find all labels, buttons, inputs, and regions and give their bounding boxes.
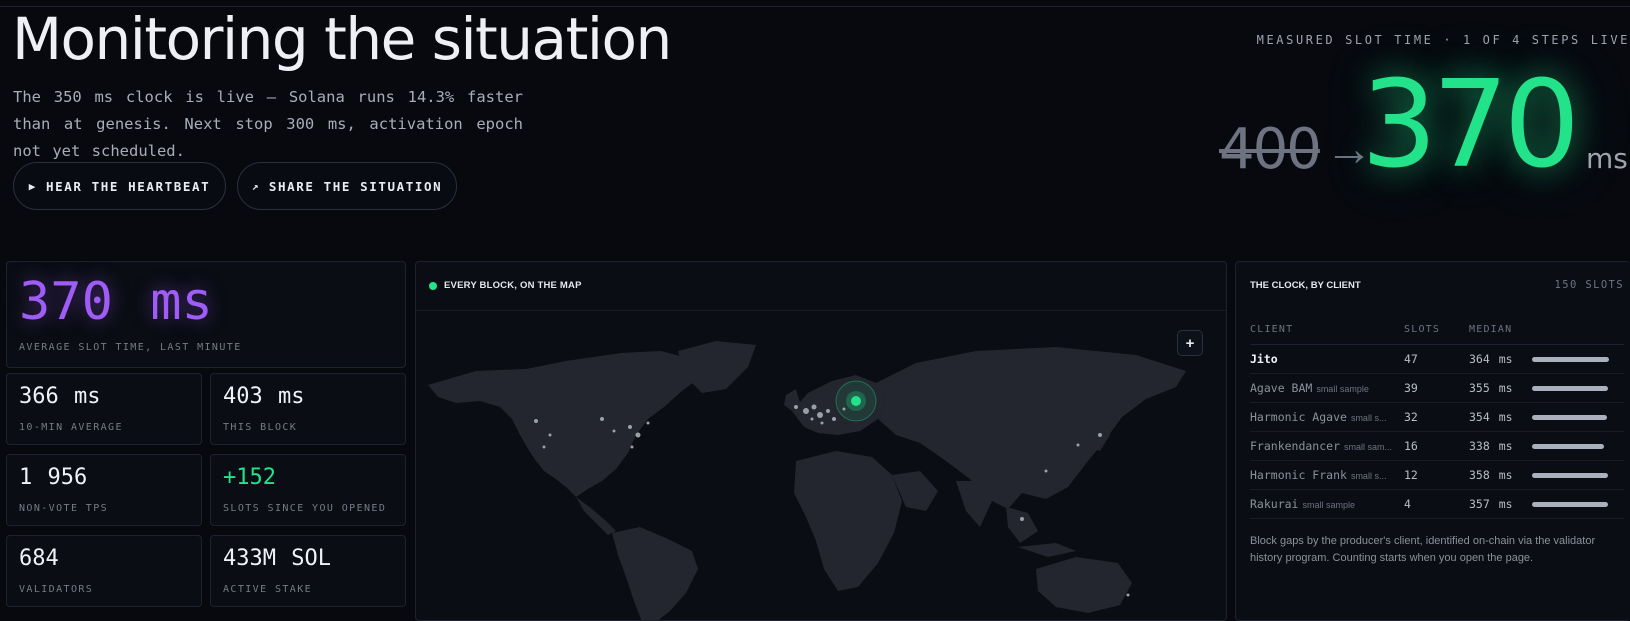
stat-label: ACTIVE STAKE xyxy=(223,584,313,595)
client-table-header: CLIENT SLOTS MEDIAN xyxy=(1250,324,1624,345)
stat-value: 370 ms xyxy=(19,272,213,332)
slots-since-opened-card: +152 SLOTS SINCE YOU OPENED xyxy=(210,454,406,526)
southeast-asia xyxy=(1006,507,1038,543)
previous-slot-time: 400 xyxy=(1219,117,1322,182)
slot-time-unit: ms xyxy=(1586,142,1628,175)
stat-value: 684 xyxy=(19,546,59,571)
stat-label: THIS BLOCK xyxy=(223,422,298,433)
non-vote-tps-card: 1 956 NON-VOTE TPS xyxy=(6,454,202,526)
this-block-card: 403 ms THIS BLOCK xyxy=(210,373,406,445)
sample-note: small sam... xyxy=(1344,442,1393,452)
share-situation-button[interactable]: ↗ SHARE THE SITUATION xyxy=(237,162,457,210)
client-name: Frankendancer small sam... xyxy=(1250,439,1395,453)
stat-value: 366 ms xyxy=(19,384,101,409)
block-map-panel: EVERY BLOCK, ON THE MAP + xyxy=(415,261,1227,621)
client-name-text: Agave BAM xyxy=(1250,381,1313,395)
arrow-up-right-icon: ↗ xyxy=(251,179,260,193)
client-slots: 39 xyxy=(1404,381,1418,395)
client-median: 338 ms xyxy=(1469,439,1513,453)
col-median: MEDIAN xyxy=(1469,324,1513,335)
median-bar xyxy=(1532,386,1608,391)
client-median: 357 ms xyxy=(1469,497,1513,511)
table-row: Rakurai small sample 4 357 ms xyxy=(1250,489,1624,519)
stat-label: SLOTS SINCE YOU OPENED xyxy=(223,503,387,514)
live-dot-icon xyxy=(429,282,437,290)
client-name-text: Jito xyxy=(1250,352,1278,366)
sample-note: small sample xyxy=(1302,500,1355,510)
client-name-text: Harmonic Agave xyxy=(1250,410,1347,424)
table-row: Agave BAM small sample 39 355 ms xyxy=(1250,373,1624,403)
client-slots: 47 xyxy=(1404,352,1418,366)
validators-card: 684 VALIDATORS xyxy=(6,535,202,607)
median-bar xyxy=(1532,415,1607,420)
current-slot-time: 370 xyxy=(1361,56,1580,195)
stat-value: 403 ms xyxy=(223,384,305,409)
active-stake-card: 433M SOL ACTIVE STAKE xyxy=(210,535,406,607)
client-slots: 16 xyxy=(1404,439,1418,453)
indonesia xyxy=(1018,543,1076,557)
client-panel-title: THE CLOCK, BY CLIENT xyxy=(1250,280,1361,291)
client-name-text: Rakurai xyxy=(1250,497,1299,511)
client-median: 355 ms xyxy=(1469,381,1513,395)
stat-label: VALIDATORS xyxy=(19,584,94,595)
south-america xyxy=(612,527,698,620)
median-bar xyxy=(1532,473,1608,478)
stat-label: AVERAGE SLOT TIME, LAST MINUTE xyxy=(19,342,242,353)
stat-value: 433M SOL xyxy=(223,546,331,571)
client-median: 364 ms xyxy=(1469,352,1513,366)
client-name: Rakurai small sample xyxy=(1250,497,1395,511)
measured-slot-label: MEASURED SLOT TIME · 1 OF 4 STEPS LIVE xyxy=(1256,33,1630,47)
median-bar xyxy=(1532,444,1604,449)
table-row: Jito 47 364 ms xyxy=(1250,344,1624,374)
stat-label: 10-MIN AVERAGE xyxy=(19,422,123,433)
client-name: Jito xyxy=(1250,352,1395,366)
sample-note: small sample xyxy=(1316,384,1369,394)
play-icon: ▶ xyxy=(28,179,37,193)
sample-note: small s... xyxy=(1350,471,1387,481)
map-panel-header: EVERY BLOCK, ON THE MAP xyxy=(416,262,1226,311)
africa xyxy=(794,451,902,591)
stat-value: 1 956 xyxy=(19,465,88,490)
sample-note: small s... xyxy=(1350,413,1387,423)
client-name: Agave BAM small sample xyxy=(1250,381,1395,395)
median-bar xyxy=(1532,502,1608,507)
client-clock-panel: THE CLOCK, BY CLIENT 150 SLOTS CLIENT SL… xyxy=(1235,261,1630,621)
world-map[interactable] xyxy=(416,311,1227,621)
client-median: 354 ms xyxy=(1469,410,1513,424)
client-median: 358 ms xyxy=(1469,468,1513,482)
page-title: Monitoring the situation xyxy=(12,5,672,73)
average-slot-time-card: 370 ms AVERAGE SLOT TIME, LAST MINUTE xyxy=(6,261,406,368)
col-client: CLIENT xyxy=(1250,324,1294,335)
client-slots: 32 xyxy=(1404,410,1418,424)
hear-heartbeat-button[interactable]: ▶ HEAR THE HEARTBEAT xyxy=(13,162,226,210)
table-row: Frankendancer small sam... 16 338 ms xyxy=(1250,431,1624,461)
hear-heartbeat-label: HEAR THE HEARTBEAT xyxy=(45,178,211,194)
australia xyxy=(1036,557,1132,613)
landmasses xyxy=(428,341,1186,620)
client-name: Harmonic Agave small s... xyxy=(1250,410,1395,424)
central-america xyxy=(576,497,616,535)
client-name-text: Harmonic Frank xyxy=(1250,468,1347,482)
slot-count: 150 SLOTS xyxy=(1554,279,1624,291)
share-situation-label: SHARE THE SITUATION xyxy=(268,178,443,194)
client-panel-footnote: Block gaps by the producer's client, ide… xyxy=(1250,535,1596,564)
ten-min-average-card: 366 ms 10-MIN AVERAGE xyxy=(6,373,202,445)
client-slots: 12 xyxy=(1404,468,1418,482)
current-block-marker xyxy=(835,380,877,422)
client-name: Harmonic Frank small s... xyxy=(1250,468,1395,482)
stat-value: +152 xyxy=(223,465,276,490)
client-name-text: Frankendancer xyxy=(1250,439,1341,453)
page-subtitle: The 350 ms clock is live — Solana runs 1… xyxy=(13,88,523,160)
client-slots: 4 xyxy=(1404,497,1411,511)
table-row: Harmonic Agave small s... 32 354 ms xyxy=(1250,402,1624,432)
north-america xyxy=(428,351,706,497)
median-bar xyxy=(1532,357,1609,362)
col-slots: SLOTS xyxy=(1404,324,1441,335)
map-panel-title: EVERY BLOCK, ON THE MAP xyxy=(444,280,582,291)
table-row: Harmonic Frank small s... 12 358 ms xyxy=(1250,460,1624,490)
stat-label: NON-VOTE TPS xyxy=(19,503,109,514)
